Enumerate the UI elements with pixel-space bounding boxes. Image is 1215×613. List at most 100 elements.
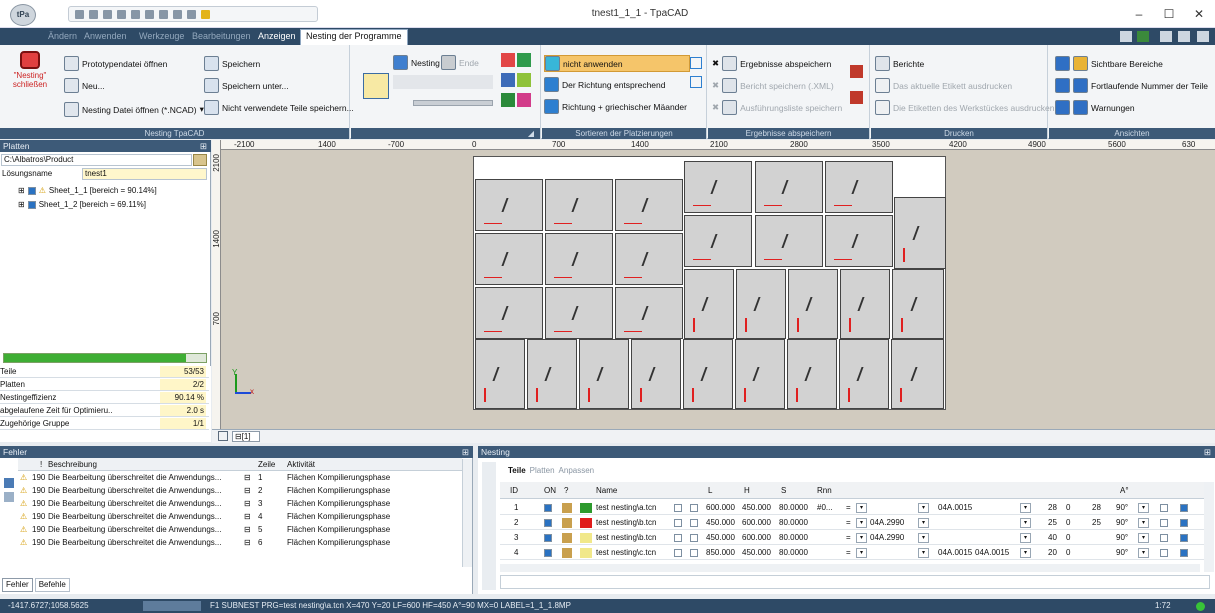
row-n1[interactable]: 28 — [1048, 501, 1057, 515]
row-s[interactable]: 80.0000 — [779, 531, 808, 545]
flag-checkbox[interactable] — [674, 504, 682, 512]
print-icon[interactable] — [117, 9, 126, 19]
on-checkbox[interactable] — [544, 549, 552, 557]
row-l[interactable]: 450.000 — [706, 531, 735, 545]
pin-icon[interactable]: ⊞ — [200, 140, 207, 152]
nested-part[interactable] — [545, 179, 613, 231]
row-angle[interactable]: 90° — [1116, 531, 1128, 545]
nested-part[interactable] — [545, 233, 613, 285]
flag-checkbox[interactable] — [674, 519, 682, 527]
rotate-checkbox[interactable] — [1180, 519, 1188, 527]
row-n2[interactable]: 0 — [1066, 501, 1070, 515]
color-swatch[interactable] — [580, 503, 592, 513]
nested-part[interactable] — [894, 197, 946, 269]
nested-part[interactable] — [788, 269, 838, 339]
gear-icon[interactable] — [1197, 31, 1209, 42]
tab-platten[interactable]: Platten — [530, 466, 555, 475]
nested-part[interactable] — [475, 179, 543, 231]
undo-icon[interactable] — [145, 9, 154, 19]
chevron-down-icon[interactable]: ▾ — [1020, 518, 1031, 528]
nested-part[interactable] — [755, 161, 823, 213]
sheet-preview[interactable] — [473, 156, 946, 410]
sheet-checkbox[interactable] — [27, 186, 36, 195]
tab-nesting-der-programme[interactable]: Nesting der Programme — [300, 29, 408, 45]
tab-werkzeuge[interactable]: Werkzeuge — [139, 30, 184, 43]
chevron-down-icon[interactable]: ▾ — [1138, 548, 1149, 558]
tree-item-sheet-1-2[interactable]: ⊞ Sheet_1_2 [bereich = 69.11%] — [18, 200, 146, 209]
nested-part[interactable] — [825, 215, 893, 267]
nested-part[interactable] — [736, 269, 786, 339]
chevron-down-icon[interactable]: ▾ — [1138, 503, 1149, 513]
row-angle[interactable]: 90° — [1116, 546, 1128, 560]
row-h[interactable]: 450.000 — [742, 501, 771, 515]
end-button[interactable]: Ende — [441, 54, 479, 71]
row-code1[interactable]: 04A.2990 — [870, 516, 904, 530]
error-row[interactable]: ⚠ 190 Die Bearbeitung überschreitet die An… — [18, 511, 458, 523]
options-icon[interactable] — [1137, 31, 1149, 42]
row-code3[interactable]: 04A.0015 — [975, 546, 1009, 560]
export-icon[interactable] — [850, 65, 863, 78]
help-icon[interactable] — [1120, 31, 1132, 42]
col-rnn[interactable]: Rnn — [817, 483, 832, 498]
nav-list-icon[interactable] — [517, 53, 531, 67]
row-n3[interactable]: 25 — [1092, 516, 1101, 530]
tab-aendern[interactable]: Ändern — [48, 30, 77, 43]
serial-number-toggle[interactable]: Fortlaufende Nummer der Teile — [1055, 77, 1208, 94]
flag2-checkbox[interactable] — [690, 534, 698, 542]
open-ncad-button[interactable]: Nesting Datei öffnen (*.NCAD) ▾ — [64, 101, 204, 118]
nested-part[interactable] — [545, 287, 613, 339]
sheet-list-icon[interactable] — [218, 431, 228, 441]
nested-part[interactable] — [475, 339, 525, 409]
path-field[interactable]: C:\Albatros\Product — [1, 154, 192, 166]
prototype-open-button[interactable]: Prototypendatei öffnen — [64, 55, 167, 72]
row-l[interactable]: 600.000 — [706, 501, 735, 515]
pencil-icon[interactable] — [562, 548, 572, 558]
close-nesting-button[interactable]: "Nesting" schließen — [8, 51, 52, 95]
zoom-level[interactable]: 1:72 — [1155, 599, 1171, 613]
chevron-down-icon[interactable]: ▾ — [1020, 533, 1031, 543]
nested-part[interactable] — [615, 287, 683, 339]
error-row[interactable]: ⚠ 190 Die Bearbeitung überschreitet die An… — [18, 485, 458, 497]
tab-befehle[interactable]: Befehle — [34, 578, 70, 592]
save-report-xml-button[interactable]: ✖ Bericht speichern (.XML) — [712, 77, 834, 94]
col-line[interactable]: Zeile — [258, 458, 275, 471]
row-l[interactable]: 850.000 — [706, 546, 735, 560]
sort-preview-icon[interactable] — [690, 76, 702, 88]
sheet-tab[interactable]: ⊟[1] — [232, 431, 260, 442]
warnings-toggle[interactable]: Warnungen — [1055, 99, 1135, 116]
error-row[interactable]: ⚠ 190 Die Bearbeitung überschreitet die An… — [18, 472, 458, 484]
maximize-button[interactable]: ☐ — [1160, 6, 1178, 22]
star-icon[interactable] — [201, 9, 210, 19]
chevron-down-icon[interactable]: ▾ — [856, 548, 867, 558]
errors-scrollbar[interactable] — [462, 459, 472, 567]
row-s[interactable]: 80.0000 — [779, 546, 808, 560]
sort-meander-option[interactable]: Richtung + griechischer Mäander — [544, 98, 687, 115]
col-id[interactable]: ID — [510, 483, 518, 498]
nested-part[interactable] — [631, 339, 681, 409]
nested-part[interactable] — [840, 269, 890, 339]
color-swatch[interactable] — [580, 548, 592, 558]
row-n1[interactable]: 25 — [1048, 516, 1057, 530]
execution-list-button[interactable]: ✖ Ausführungsliste speichern — [712, 99, 842, 116]
nav-first-icon[interactable] — [501, 53, 515, 67]
table-scrollbar[interactable] — [1204, 482, 1214, 572]
sheet-nav-buttons[interactable] — [393, 75, 493, 89]
chevron-down-icon[interactable]: ▾ — [1138, 518, 1149, 528]
mirror-checkbox[interactable] — [1160, 504, 1168, 512]
pencil-icon[interactable] — [562, 533, 572, 543]
error-row[interactable]: ⚠ 190 Die Bearbeitung überschreitet die An… — [18, 537, 458, 549]
print-workpiece-labels-button[interactable]: Die Etiketten des Werkstückes ausdrucken — [875, 99, 1054, 116]
mirror-checkbox[interactable] — [1160, 534, 1168, 542]
expand-icon[interactable]: ⊞ — [18, 186, 25, 195]
row-h[interactable]: 450.000 — [742, 546, 771, 560]
row-n2[interactable]: 0 — [1066, 531, 1070, 545]
group-caption-launcher[interactable]: ◢ — [351, 128, 540, 139]
sort-none-option[interactable]: nicht anwenden — [544, 55, 690, 72]
row-h[interactable]: 600.000 — [742, 516, 771, 530]
col-s[interactable]: S — [781, 483, 786, 498]
tab-fehler[interactable]: Fehler — [2, 578, 33, 592]
flag2-checkbox[interactable] — [690, 504, 698, 512]
mirror-checkbox[interactable] — [1160, 549, 1168, 557]
col-l[interactable]: L — [708, 483, 712, 498]
col-angle[interactable]: A° — [1120, 483, 1129, 498]
